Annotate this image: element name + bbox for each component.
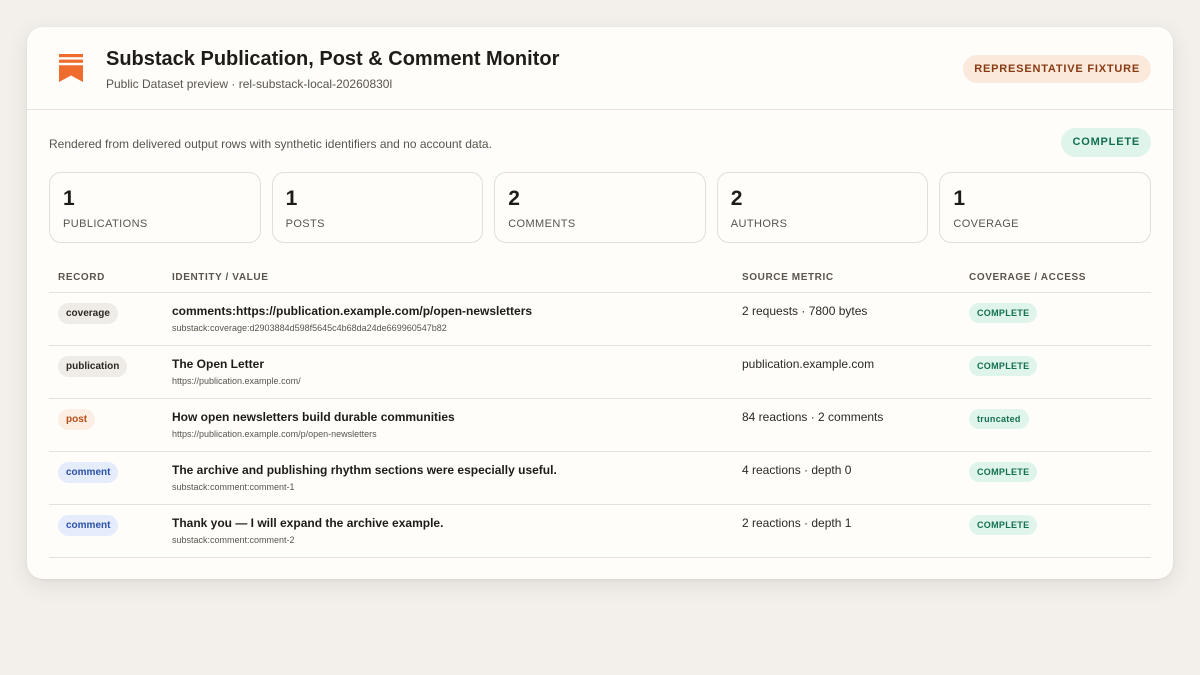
identity-id: https://publication.example.com/: [172, 375, 301, 386]
column-header-record: RECORD: [49, 263, 172, 293]
identity-id: https://publication.example.com/p/open-n…: [172, 428, 377, 439]
table-row: coverage comments:https://publication.ex…: [49, 292, 1151, 346]
identity-id: substack:comment:comment-1: [172, 481, 295, 492]
coverage-badge: COMPLETE: [969, 461, 1038, 482]
record-type-badge: comment: [58, 461, 119, 483]
identity-value: The Open Letter: [172, 356, 265, 371]
source-metric: publication.example.com: [742, 356, 875, 371]
identity-value: The archive and publishing rhythm sectio…: [172, 462, 557, 477]
table-row: comment Thank you — I will expand the ar…: [49, 504, 1151, 558]
stat-label: AUTHORS: [730, 218, 788, 230]
identity-value: How open newsletters build durable commu…: [172, 409, 455, 424]
record-type-badge: post: [58, 408, 96, 430]
records-table: RECORD IDENTITY / VALUE SOURCE METRIC CO…: [49, 263, 1151, 558]
stat-value: 2: [730, 187, 743, 210]
identity-value: Thank you — I will expand the archive ex…: [172, 515, 444, 530]
source-metric: 2 reactions · depth 1: [742, 515, 852, 530]
source-metric: 4 reactions · depth 0: [742, 462, 852, 477]
source-metric: 84 reactions · 2 comments: [742, 409, 884, 424]
coverage-badge: COMPLETE: [969, 302, 1038, 323]
source-metric: 2 requests · 7800 bytes: [742, 303, 868, 318]
column-header-metric: SOURCE METRIC: [742, 263, 969, 293]
record-type-badge: coverage: [58, 302, 118, 324]
identity-id: substack:coverage:d2903884d598f5645c4b68…: [172, 322, 447, 333]
stat-value: 1: [953, 187, 966, 210]
stat-label: COVERAGE: [953, 218, 1019, 230]
stat-card-authors: 2 AUTHORS: [716, 172, 929, 243]
record-type-badge: publication: [58, 355, 128, 377]
coverage-badge: truncated: [969, 408, 1029, 429]
stats-row: 1 PUBLICATIONS 1 POSTS 2 COMMENTS 2 AUTH…: [49, 172, 1151, 243]
column-header-coverage: COVERAGE / ACCESS: [969, 263, 1151, 293]
identity-value: comments:https://publication.example.com…: [172, 303, 533, 318]
stat-card-publications: 1 PUBLICATIONS: [49, 172, 261, 243]
stat-value: 1: [285, 187, 298, 210]
table-row: comment The archive and publishing rhyth…: [49, 451, 1151, 505]
table-row: publication The Open Letter https://publ…: [49, 345, 1151, 399]
stat-card-comments: 2 COMMENTS: [494, 172, 706, 243]
table-row: post How open newsletters build durable …: [49, 398, 1151, 452]
status-badge: COMPLETE: [1061, 128, 1151, 157]
record-type-badge: comment: [58, 514, 119, 536]
table-header-row: RECORD IDENTITY / VALUE SOURCE METRIC CO…: [49, 263, 1151, 293]
monitor-card: Substack Publication, Post & Comment Mon…: [27, 27, 1173, 579]
render-note: Rendered from delivered output rows with…: [49, 137, 492, 151]
stat-card-coverage: 1 COVERAGE: [939, 172, 1151, 243]
page-title: Substack Publication, Post & Comment Mon…: [106, 48, 560, 70]
stat-label: PUBLICATIONS: [63, 218, 148, 230]
stat-card-posts: 1 POSTS: [271, 172, 484, 243]
coverage-badge: COMPLETE: [969, 355, 1038, 376]
substack-bookmark-icon: [59, 54, 83, 82]
stat-label: COMMENTS: [508, 218, 576, 230]
stat-value: 1: [63, 187, 75, 210]
header: Substack Publication, Post & Comment Mon…: [27, 27, 1173, 110]
page-subtitle: Public Dataset preview · rel-substack-lo…: [106, 77, 393, 91]
stat-value: 2: [508, 187, 520, 210]
column-header-identity: IDENTITY / VALUE: [172, 263, 742, 293]
identity-id: substack:comment:comment-2: [172, 534, 295, 545]
stat-label: POSTS: [285, 218, 325, 230]
coverage-badge: COMPLETE: [969, 514, 1038, 535]
fixture-badge: REPRESENTATIVE FIXTURE: [963, 55, 1151, 83]
